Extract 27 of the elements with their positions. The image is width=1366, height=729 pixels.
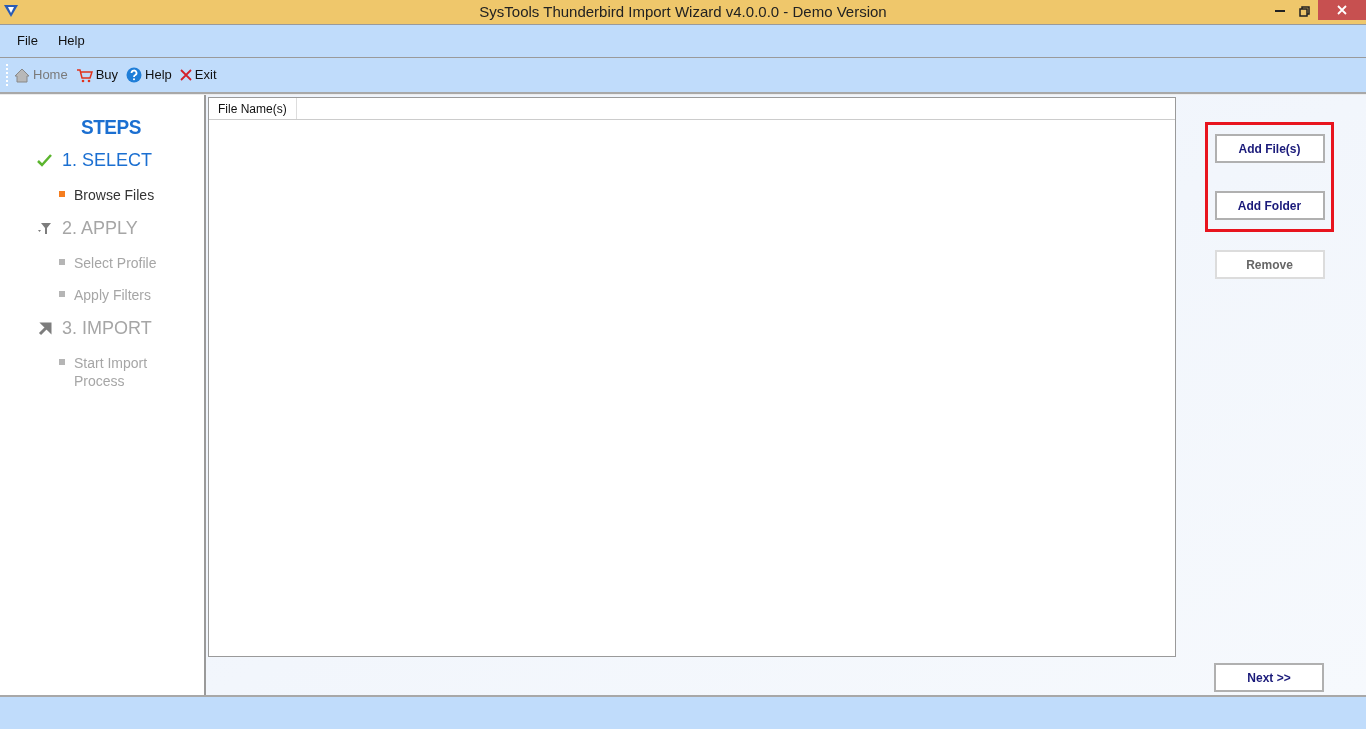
substep-label[interactable]: Browse Files bbox=[74, 185, 174, 204]
step-heading: 3. IMPORT bbox=[62, 317, 152, 340]
cart-icon bbox=[75, 67, 93, 83]
next-button[interactable]: Next >> bbox=[1214, 663, 1324, 692]
toolbar-button[interactable]: Buy bbox=[75, 65, 119, 85]
action-button[interactable]: Add Folder bbox=[1214, 191, 1325, 220]
minimize-icon bbox=[1275, 10, 1285, 12]
toolbar-button[interactable]: Exit bbox=[179, 65, 217, 85]
restore-icon bbox=[1298, 5, 1310, 17]
step-heading: 2. APPLY bbox=[62, 217, 138, 240]
step-heading: 1. SELECT bbox=[62, 149, 153, 172]
window-title: SysTools Thunderbird Import Wizard v4.0.0.0 - Demo Version bbox=[479, 1, 887, 22]
arrow-icon bbox=[37, 321, 52, 336]
house-icon bbox=[14, 67, 30, 83]
funnel-icon bbox=[37, 222, 52, 235]
close-icon bbox=[179, 69, 192, 81]
help-icon bbox=[126, 67, 143, 83]
close-icon bbox=[1337, 5, 1347, 15]
menu-item[interactable]: Help bbox=[48, 31, 94, 51]
close-button[interactable] bbox=[1318, 0, 1366, 20]
toolbar-button[interactable]: Help bbox=[126, 65, 172, 85]
checkmark-icon bbox=[37, 154, 52, 167]
steps-heading: STEPS bbox=[81, 113, 142, 140]
app-logo-icon bbox=[3, 4, 19, 18]
menu-item[interactable]: File bbox=[8, 31, 47, 51]
column-header[interactable]: File Name(s) bbox=[209, 98, 297, 119]
action-button[interactable]: Add File(s) bbox=[1214, 134, 1325, 163]
